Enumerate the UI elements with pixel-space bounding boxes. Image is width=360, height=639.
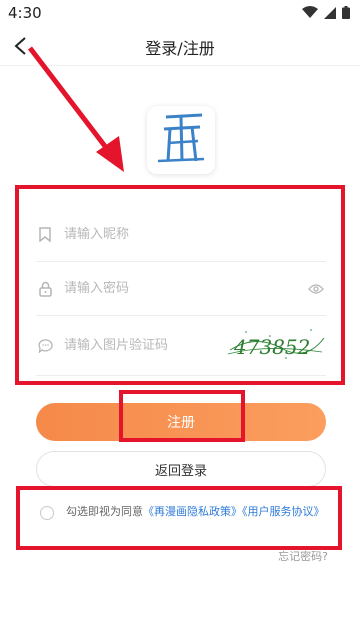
annotation-arrow	[28, 46, 124, 172]
